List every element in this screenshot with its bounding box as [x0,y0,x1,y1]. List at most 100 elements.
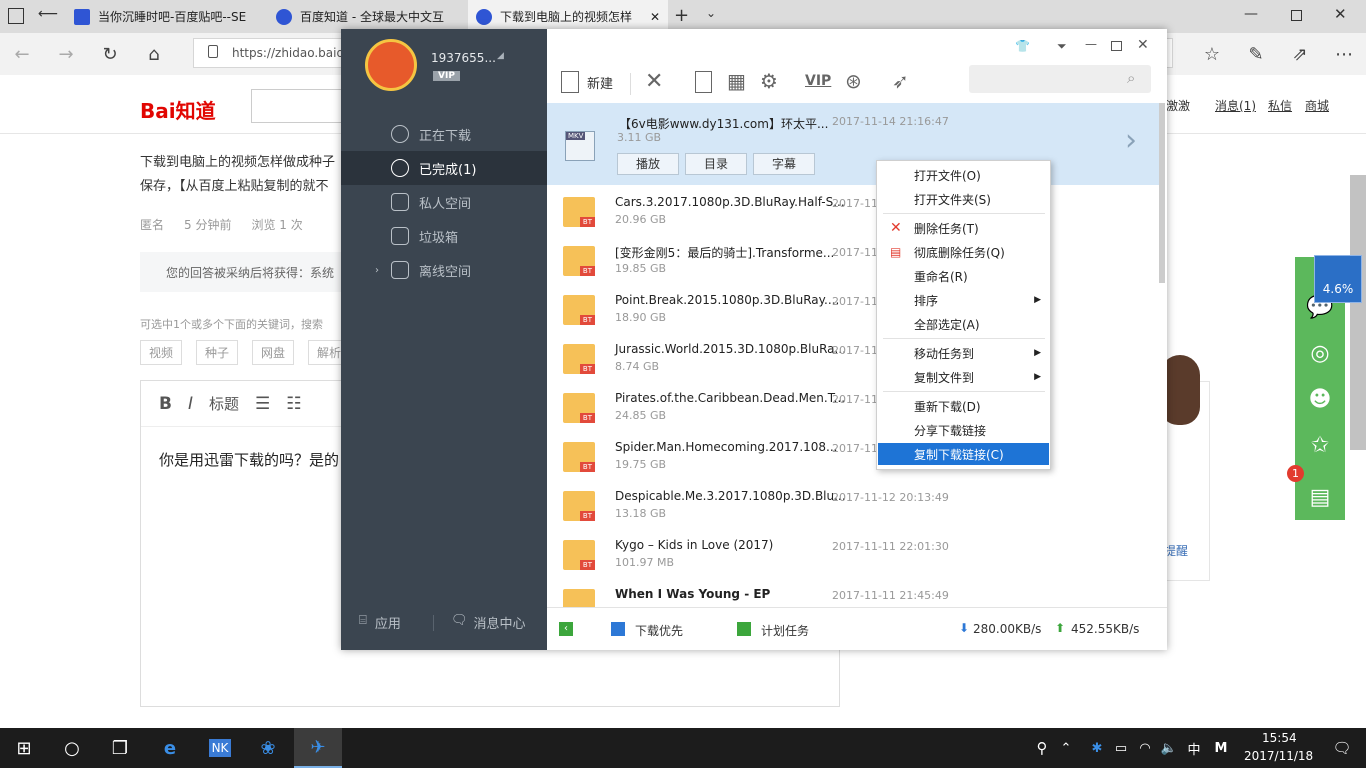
list-item[interactable]: BT Kygo – Kids in Love (2017) 101.97 MB … [547,530,1159,579]
search-icon[interactable]: ⌕ [1127,69,1135,87]
tab-manager-icon[interactable] [8,8,24,24]
delete-icon[interactable]: ✕ [645,69,663,94]
scheduled-task-dropdown[interactable]: 计划任务 [761,622,809,639]
sidebar-item-completed[interactable]: 已完成(1) [341,151,547,185]
menu-item-redownload[interactable]: 重新下载(D) [878,395,1049,417]
skin-icon[interactable]: 👕 [1015,39,1030,53]
rocket-icon[interactable]: ➶ [892,69,909,93]
refresh-icon[interactable]: ↻ [96,41,124,67]
minimize-icon[interactable]: — [1244,6,1258,22]
sidebar-item-offline[interactable]: › 离线空间 [341,253,547,287]
star-icon[interactable]: ✩ [1295,422,1345,468]
private-message-link[interactable]: 私信 [1268,97,1292,114]
italic-button[interactable]: I [188,394,193,414]
restore-icon[interactable] [1291,10,1302,21]
menu-item-delete-task[interactable]: ✕ 删除任务(T) [878,217,1049,239]
tray-app-icon[interactable]: ✱ [1086,728,1108,768]
ordered-list-icon[interactable]: ☰ [255,394,270,414]
selected-task-row[interactable]: MKV 【6v电影www.dy131.com】环太平... 3.11 GB 20… [547,103,1159,185]
sidebar-item-trash[interactable]: 垃圾箱 [341,219,547,253]
clipboard-icon[interactable]: ▤ [1295,474,1345,520]
list-scrollbar[interactable] [1159,103,1165,283]
list-item[interactable]: When I Was Young - EP 2017-11-11 21:45:4… [547,579,1159,607]
share-icon[interactable]: ⇗ [1286,41,1314,67]
list-item[interactable]: BT [变形金刚5：最后的骑士].Transforme... 19.85 GB … [547,236,1159,285]
tab-list-chevron-icon[interactable]: ⌄ [706,6,716,20]
sidebar-item-downloading[interactable]: 正在下载 [341,117,547,151]
back-tabs-icon[interactable]: ⟵ [38,6,58,22]
clock-date[interactable]: 2017/11/18 [1244,749,1313,763]
list-item[interactable]: BT Despicable.Me.3.2017.1080p.3D.Blu... … [547,481,1159,530]
menu-item-move-to[interactable]: 移动任务到 ▶ [878,342,1049,364]
play-button[interactable]: 播放 [617,153,679,175]
settings-gear-icon[interactable]: ⚙ [760,69,778,93]
network-app-icon[interactable]: ❀ [244,728,292,768]
search-input[interactable] [969,65,1151,93]
tray-chevron-icon[interactable]: ⌃ [1054,728,1078,768]
windows-start-icon[interactable]: ⊞ [0,728,48,768]
pen-icon[interactable]: ✎ [1242,41,1270,67]
nk-app-icon[interactable]: NK [196,728,244,768]
list-item[interactable]: BT Point.Break.2015.1080p.3D.BluRay.... … [547,285,1159,334]
favorites-star-icon[interactable]: ☆ [1198,41,1226,67]
reminder-link[interactable]: 提醒 [1164,542,1188,559]
close-window-icon[interactable]: ✕ [1334,5,1347,23]
grid-icon[interactable]: ▦ [727,69,746,93]
search-input[interactable] [251,89,351,123]
menu-item-sort[interactable]: 排序 ▶ [878,289,1049,311]
volume-icon[interactable]: 🔈 [1158,728,1180,768]
back-icon[interactable]: ← [8,41,36,67]
edge-browser-icon[interactable]: e [146,728,194,768]
mall-link[interactable]: 商城 [1305,97,1329,114]
coin-icon[interactable]: ⊛ [845,69,862,93]
menu-item-copy-to[interactable]: 复制文件到 ▶ [878,366,1049,388]
menu-item-open-folder[interactable]: 打开文件夹(S) [878,188,1049,210]
close-tab-icon[interactable]: ✕ [650,10,660,24]
menu-item-delete-permanently[interactable]: ▤ 彻底删除任务(Q) [878,241,1049,263]
bullet-list-icon[interactable]: ☷ [286,394,301,414]
wifi-icon[interactable]: ◠ [1134,728,1156,768]
messages-link[interactable]: 消息(1) [1215,97,1256,114]
notification-icon[interactable]: 🗨 [1318,728,1366,768]
sidebar-item-private[interactable]: 私人空间 [341,185,547,219]
username[interactable]: 1937655... [431,51,496,65]
activation-link[interactable]: 激激 [1166,97,1190,114]
user-avatar[interactable] [365,39,417,91]
baidu-zhidao-logo[interactable]: Bai知道 [140,95,216,124]
keyword-tag[interactable]: 网盘 [252,340,295,365]
download-priority-dropdown[interactable]: 下载优先 [635,622,683,639]
xunlei-app-icon[interactable]: ✈ [294,728,342,768]
keyword-tag[interactable]: 视频 [140,340,183,365]
document-icon[interactable] [695,71,712,93]
heading-button[interactable]: 标题 [209,393,239,414]
menu-item-select-all[interactable]: 全部选定(A) [878,313,1049,335]
xl-maximize-icon[interactable] [1111,41,1122,51]
ime-mode-indicator[interactable]: M [1208,728,1234,768]
list-item[interactable]: BT Jurassic.World.2015.3D.1080p.BluRa...… [547,334,1159,383]
menu-item-copy-link[interactable]: 复制下载链接(C) [878,443,1049,465]
menu-item-open-file[interactable]: 打开文件(O) [878,164,1049,186]
forward-icon[interactable]: → [52,41,80,67]
keyword-tag[interactable]: 种子 [196,340,239,365]
collapse-sidebar-icon[interactable]: ‹ [559,622,573,636]
battery-icon[interactable]: ▭ [1110,728,1132,768]
tab-tieba[interactable]: 当你沉睡时吧-百度贴吧--SE [66,0,266,33]
menu-dropdown-icon[interactable]: ⏷ [1057,39,1067,54]
menu-item-share-link[interactable]: 分享下载链接 [878,419,1049,441]
subtitle-button[interactable]: 字幕 [753,153,815,175]
new-task-button[interactable]: 新建 [561,71,613,93]
qq-icon[interactable]: ☻ [1295,376,1345,422]
list-item[interactable]: BT Spider.Man.Homecoming.2017.108... 19.… [547,432,1159,481]
xl-close-icon[interactable]: ✕ [1137,37,1149,53]
ime-indicator[interactable]: 中 [1182,728,1206,768]
weibo-icon[interactable]: ◎ [1295,330,1345,376]
user-dropdown-icon[interactable]: ◢ [497,51,504,61]
network-percent-widget[interactable]: 4.6% [1314,255,1362,303]
directory-button[interactable]: 目录 [685,153,747,175]
menu-item-rename[interactable]: 重命名(R) [878,265,1049,287]
task-view-icon[interactable]: ❐ [96,728,144,768]
vip-toolbar-icon[interactable]: VIP [805,73,831,89]
list-item[interactable]: BT Pirates.of.the.Caribbean.Dead.Men.T..… [547,383,1159,432]
clock-time[interactable]: 15:54 [1262,731,1297,745]
list-item[interactable]: BT Cars.3.2017.1080p.3D.BluRay.Half-S...… [547,187,1159,236]
